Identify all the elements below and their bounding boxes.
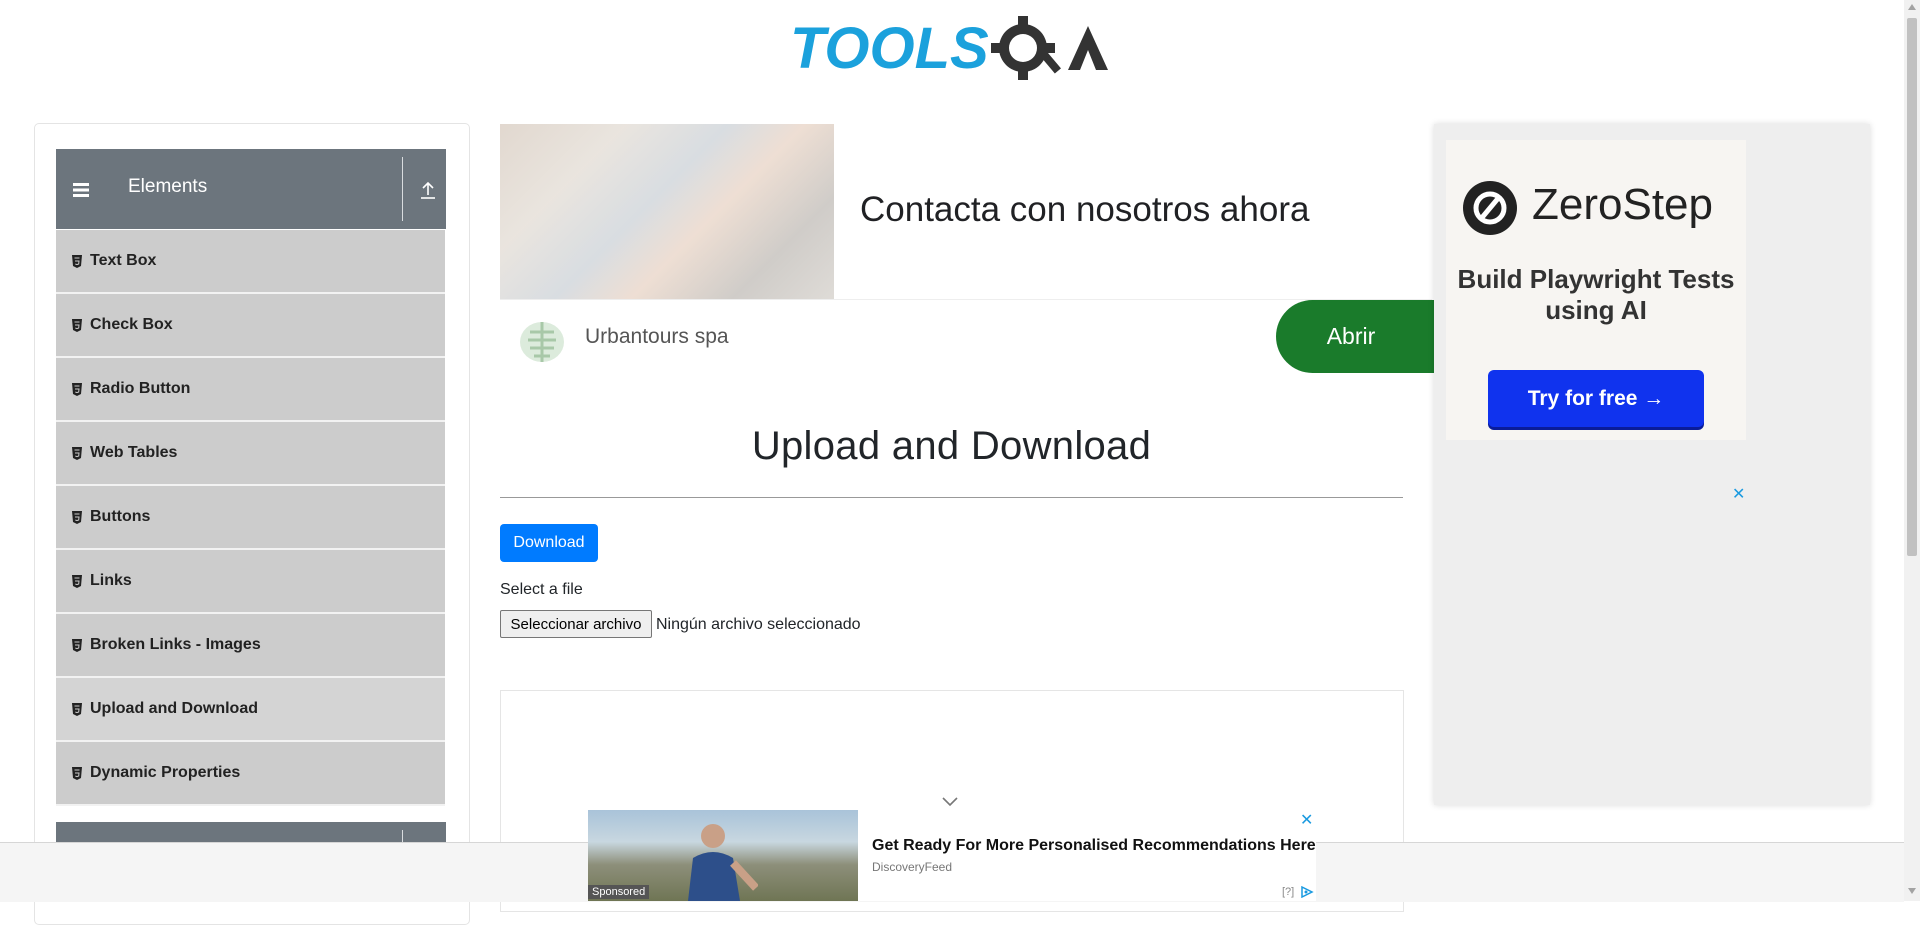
sidebar-item-label: Links (90, 572, 132, 589)
zerostep-ad-card[interactable]: ZeroStep Build Playwright Tests using AI… (1446, 140, 1746, 440)
page-scrollbar[interactable] (1904, 0, 1920, 901)
scroll-down-icon[interactable] (1908, 888, 1916, 894)
sidebar-item-label: Broken Links - Images (90, 636, 261, 653)
ad-open-button[interactable]: Abrir (1276, 300, 1456, 373)
ad-advertiser-name: Urbantours spa (585, 325, 729, 348)
html5-icon (72, 318, 82, 332)
ad-street-photo (500, 124, 834, 299)
html5-icon (72, 446, 82, 460)
html5-icon (72, 702, 82, 716)
title-divider (500, 497, 1403, 498)
sponsored-label: Sponsored (588, 885, 650, 899)
scrollbar-thumb[interactable] (1907, 18, 1917, 556)
html5-icon (72, 510, 82, 524)
select-file-label: Select a file (500, 581, 583, 598)
ad-divider (500, 299, 1432, 300)
sidebar-item-label: Radio Button (90, 380, 191, 397)
html5-icon (72, 574, 82, 588)
sidebar-item-buttons[interactable]: Buttons (56, 486, 445, 550)
choose-file-button[interactable]: Seleccionar archivo (500, 610, 652, 638)
sidebar-item-label: Check Box (90, 316, 173, 333)
sidebar-item-radio-button[interactable]: Radio Button (56, 358, 445, 422)
zerostep-tagline: Build Playwright Tests using AI (1457, 264, 1735, 325)
html5-icon (72, 638, 82, 652)
top-ad-banner[interactable]: Contacta con nosotros ahora Urbantours s… (500, 124, 1456, 374)
sidebar-item-dynamic-properties[interactable]: Dynamic Properties (56, 742, 445, 806)
close-icon[interactable]: ✕ (1300, 810, 1313, 830)
html5-icon (72, 254, 82, 268)
sidebar-item-label: Buttons (90, 508, 151, 525)
scroll-up-icon[interactable] (1908, 4, 1916, 10)
sidebar-item-label: Upload and Download (90, 700, 258, 717)
file-status-text: Ningún archivo seleccionado (656, 616, 861, 633)
sidebar-item-links[interactable]: Links (56, 550, 445, 614)
collapse-arrow-icon[interactable] (420, 181, 436, 199)
zerostep-logo-icon (1463, 181, 1517, 235)
zerostep-brand: ZeroStep (1532, 180, 1713, 229)
sidebar-item-label: Dynamic Properties (90, 764, 241, 781)
chevron-down-icon[interactable] (942, 797, 958, 807)
bottom-ad-source: DiscoveryFeed (872, 860, 953, 874)
ad-help-link[interactable]: [?] (1282, 886, 1294, 898)
hamburger-icon (73, 183, 89, 197)
sidebar-item-upload-and-download[interactable]: Upload and Download (56, 678, 445, 742)
gear-icon (991, 16, 1061, 80)
sidebar-item-web-tables[interactable]: Web Tables (56, 422, 445, 486)
logo-a-letter (1068, 26, 1108, 70)
right-ad-banner[interactable]: ZeroStep Build Playwright Tests using AI… (1434, 124, 1870, 805)
html5-icon (72, 766, 82, 780)
sidebar-item-label: Text Box (90, 252, 157, 269)
sidebar-item-text-box[interactable]: Text Box (56, 230, 445, 294)
html5-icon (72, 382, 82, 396)
sidebar-item-label: Web Tables (90, 444, 178, 461)
bottom-ad-headline[interactable]: Get Ready For More Personalised Recommen… (872, 837, 1316, 855)
page-title: Upload and Download (751, 424, 1152, 468)
ad-headline: Contacta con nosotros ahora (860, 190, 1310, 229)
group-title: Elements (128, 176, 208, 197)
try-for-free-button[interactable]: Try for free → (1488, 370, 1704, 427)
logo-tools-text: TOOLS (790, 16, 989, 81)
adchoices-icon[interactable] (1300, 886, 1314, 898)
elements-group-header[interactable]: Elements (56, 149, 446, 229)
close-icon[interactable]: ✕ (1732, 484, 1745, 504)
toolsqa-logo[interactable]: TOOLS (790, 14, 1120, 94)
sidebar-item-check-box[interactable]: Check Box (56, 294, 445, 358)
header-divider (402, 157, 403, 221)
ad-hiker-photo: Sponsored (588, 810, 858, 901)
download-button[interactable]: Download (500, 524, 598, 562)
bottom-ad[interactable]: Sponsored Get Ready For More Personalise… (588, 810, 1316, 901)
advertiser-logo-icon (520, 322, 564, 362)
hiker-figure (688, 824, 758, 901)
sidebar-item-broken-links[interactable]: Broken Links - Images (56, 614, 445, 678)
